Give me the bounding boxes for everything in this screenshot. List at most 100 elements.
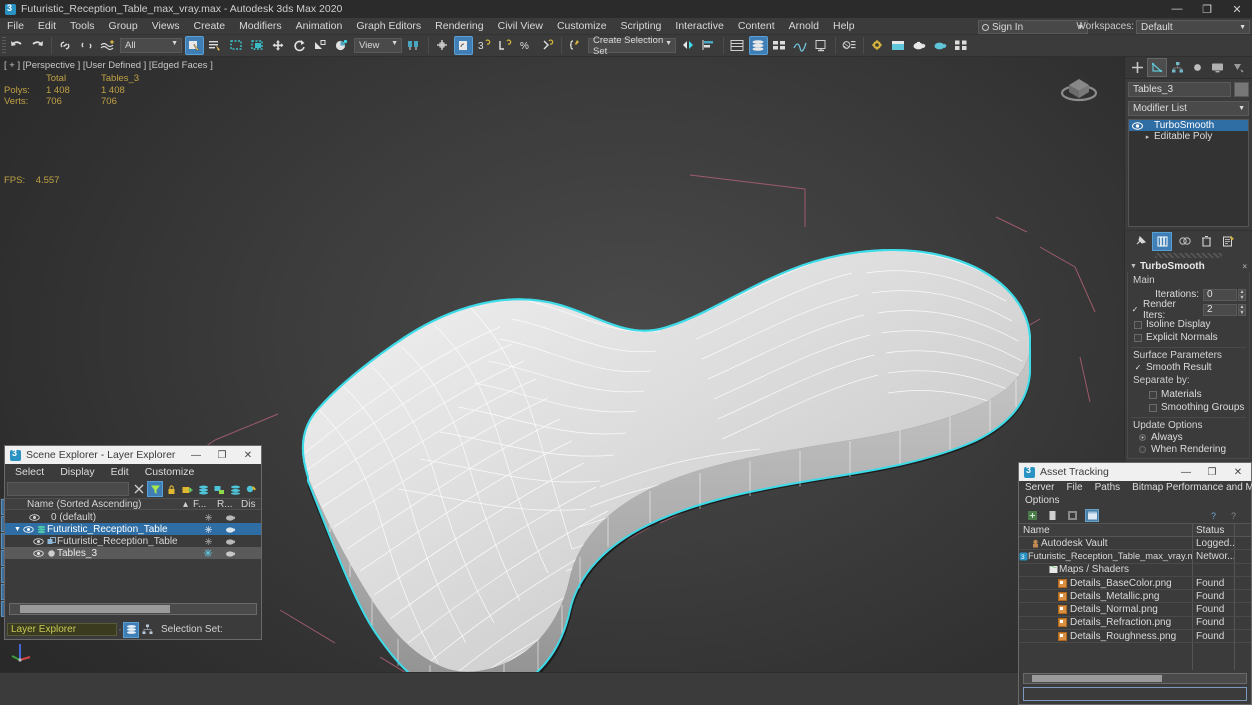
remove-modifier-icon[interactable] bbox=[1196, 232, 1216, 251]
eye-icon[interactable] bbox=[32, 537, 45, 545]
more-options-icon[interactable]: ? bbox=[1227, 509, 1241, 522]
render-in-cloud-icon[interactable] bbox=[952, 36, 971, 55]
select-layer-icon[interactable] bbox=[227, 481, 243, 497]
materials-checkbox[interactable] bbox=[1149, 390, 1157, 399]
table-row[interactable]: Details_Refraction.png Found bbox=[1019, 616, 1251, 631]
select-and-link-icon[interactable] bbox=[56, 36, 75, 55]
asset-tracking-grid[interactable]: Name Status Autodesk Vault Logged... 3 F… bbox=[1019, 523, 1251, 670]
maximize-button[interactable]: ❐ bbox=[1192, 0, 1222, 18]
eye-icon[interactable] bbox=[22, 525, 35, 533]
scene-explorer-window[interactable]: Scene Explorer - Layer Explorer — ❐ ✕ Se… bbox=[4, 445, 262, 640]
menu-rendering[interactable]: Rendering bbox=[428, 18, 490, 35]
rendered-frame-window-icon[interactable] bbox=[889, 36, 908, 55]
stack-item-editable-poly[interactable]: ▸ Editable Poly bbox=[1129, 131, 1248, 142]
toggle-scene-explorer-icon[interactable] bbox=[770, 36, 789, 55]
workspace-select[interactable]: Default ▼ bbox=[1136, 20, 1250, 34]
asset-tracking-maximize[interactable]: ❐ bbox=[1199, 463, 1225, 481]
scrollbar-thumb[interactable] bbox=[20, 605, 170, 613]
reference-coordinate-combo[interactable]: View ▼ bbox=[354, 38, 402, 53]
align-icon[interactable] bbox=[700, 36, 719, 55]
isoline-display-row[interactable]: Isoline Display bbox=[1134, 318, 1246, 331]
pin-stack-icon[interactable] bbox=[1130, 232, 1150, 251]
menu-help[interactable]: Help bbox=[826, 18, 862, 35]
table-row[interactable]: Details_Metallic.png Found bbox=[1019, 590, 1251, 604]
menu-content[interactable]: Content bbox=[731, 18, 782, 35]
select-and-scale-icon[interactable] bbox=[311, 36, 330, 55]
horizontal-scrollbar[interactable] bbox=[9, 603, 257, 615]
render-iters-spinner[interactable]: ▲ ▼ bbox=[1238, 303, 1246, 316]
rollout-header[interactable]: ▼ TurboSmooth × bbox=[1127, 260, 1250, 272]
se-menu-edit[interactable]: Edit bbox=[111, 466, 129, 478]
smooth-result-row[interactable]: Smooth Result bbox=[1134, 361, 1246, 374]
render-production-icon[interactable] bbox=[910, 36, 929, 55]
select-and-rotate-icon[interactable] bbox=[290, 36, 309, 55]
undo-icon[interactable] bbox=[7, 36, 26, 55]
smooth-result-checkbox[interactable] bbox=[1134, 364, 1142, 372]
asset-tracking-titlebar[interactable]: Asset Tracking — ❐ ✕ bbox=[1019, 463, 1251, 481]
render-iters-field[interactable]: 2 bbox=[1203, 303, 1237, 316]
select-and-move-icon[interactable] bbox=[269, 36, 288, 55]
frozen-toggle-icon[interactable] bbox=[197, 513, 219, 521]
close-button[interactable]: ✕ bbox=[1222, 0, 1252, 18]
list-item[interactable]: Tables_3 bbox=[5, 547, 261, 559]
layers-icon[interactable] bbox=[195, 481, 211, 497]
menu-views[interactable]: Views bbox=[145, 18, 187, 35]
list-item[interactable]: Futuristic_Reception_Table bbox=[5, 535, 261, 547]
render-toggle-icon[interactable] bbox=[219, 537, 241, 545]
table-row[interactable]: Autodesk Vault Logged... bbox=[1019, 537, 1251, 551]
column-frozen[interactable]: F... bbox=[193, 499, 217, 510]
menu-civil-view[interactable]: Civil View bbox=[491, 18, 550, 35]
scene-explorer-mode-icon[interactable] bbox=[139, 622, 155, 638]
render-toggle-icon[interactable] bbox=[219, 525, 241, 533]
when-rendering-radio[interactable] bbox=[1139, 445, 1146, 453]
when-rendering-row[interactable]: When Rendering bbox=[1139, 443, 1246, 455]
sign-in-button[interactable]: Sign In ▼ bbox=[978, 20, 1088, 34]
asset-tracking-close[interactable]: ✕ bbox=[1225, 463, 1251, 481]
explicit-normals-checkbox[interactable] bbox=[1134, 333, 1142, 342]
at-menu-options[interactable]: Options bbox=[1025, 495, 1059, 506]
scene-explorer-close[interactable]: ✕ bbox=[235, 446, 261, 464]
modifier-list-dropdown[interactable]: Modifier List ▼ bbox=[1128, 101, 1249, 116]
always-row[interactable]: Always bbox=[1139, 431, 1246, 443]
scrollbar-thumb[interactable] bbox=[1032, 675, 1162, 682]
spinner-snap-icon[interactable] bbox=[496, 36, 515, 55]
render-iters-checkbox[interactable] bbox=[1131, 306, 1139, 314]
table-row[interactable]: 3 Futuristic_Reception_Table_max_vray.ma… bbox=[1019, 550, 1251, 564]
schematic-view-icon[interactable] bbox=[812, 36, 831, 55]
render-iterative-icon[interactable] bbox=[931, 36, 950, 55]
mirror-icon[interactable] bbox=[679, 36, 698, 55]
table-row[interactable]: Details_Normal.png Found bbox=[1019, 603, 1251, 617]
clear-search-icon[interactable] bbox=[131, 481, 147, 497]
frozen-toggle-icon[interactable] bbox=[197, 549, 219, 557]
modifier-stack[interactable]: TurboSmooth ▸ Editable Poly bbox=[1128, 119, 1249, 227]
window-crossing-toggle-icon[interactable] bbox=[248, 36, 267, 55]
rectangular-selection-region-icon[interactable] bbox=[227, 36, 246, 55]
layer-explorer-icon[interactable] bbox=[728, 36, 747, 55]
bind-to-space-warp-icon[interactable] bbox=[98, 36, 117, 55]
highlight-layer-icon[interactable] bbox=[243, 481, 259, 497]
tab-modify[interactable] bbox=[1147, 58, 1167, 77]
list-assets-icon[interactable] bbox=[1045, 509, 1059, 522]
se-menu-customize[interactable]: Customize bbox=[145, 466, 195, 478]
percent-snap-3-icon[interactable]: 3 bbox=[475, 36, 494, 55]
select-by-name-icon[interactable] bbox=[206, 36, 225, 55]
column-name[interactable]: Name (Sorted Ascending) bbox=[5, 499, 183, 510]
at-menu-paths[interactable]: Paths bbox=[1095, 482, 1121, 493]
edit-named-selection-icon[interactable] bbox=[538, 36, 557, 55]
menu-interactive[interactable]: Interactive bbox=[668, 18, 730, 35]
menu-modifiers[interactable]: Modifiers bbox=[232, 18, 289, 35]
isoline-display-checkbox[interactable] bbox=[1134, 320, 1142, 329]
table-row[interactable]: Maps / Shaders bbox=[1019, 563, 1251, 577]
unlink-selection-icon[interactable] bbox=[77, 36, 96, 55]
menu-file[interactable]: File bbox=[0, 18, 31, 35]
add-layer-icon[interactable] bbox=[179, 481, 195, 497]
close-icon[interactable]: × bbox=[1242, 262, 1247, 271]
iterations-spinner[interactable]: ▲ ▼ bbox=[1238, 288, 1246, 301]
menu-scripting[interactable]: Scripting bbox=[614, 18, 669, 35]
menu-tools[interactable]: Tools bbox=[63, 18, 102, 35]
snaps-toggle-icon[interactable] bbox=[433, 36, 452, 55]
se-menu-select[interactable]: Select bbox=[15, 466, 44, 478]
menu-animation[interactable]: Animation bbox=[289, 18, 350, 35]
menu-create[interactable]: Create bbox=[187, 18, 233, 35]
scene-explorer-minimize[interactable]: — bbox=[183, 446, 209, 464]
